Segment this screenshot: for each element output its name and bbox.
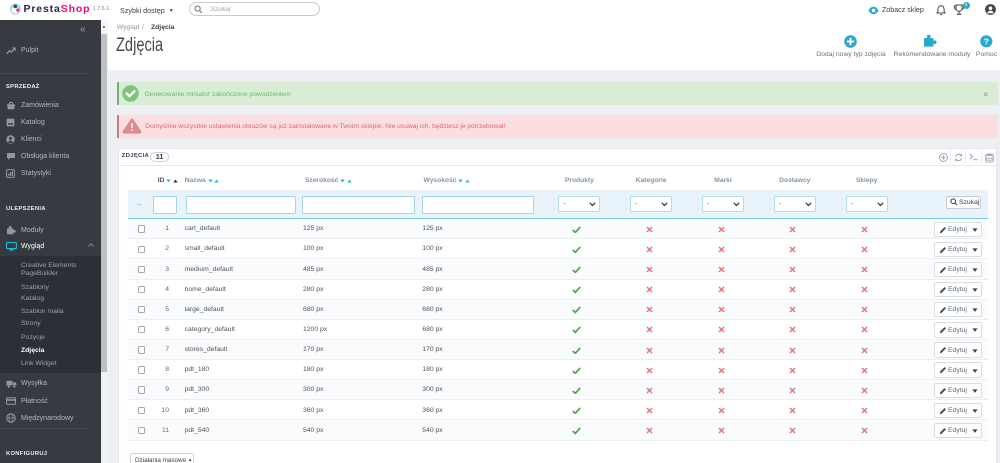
svg-text:?: ? [984,36,989,46]
